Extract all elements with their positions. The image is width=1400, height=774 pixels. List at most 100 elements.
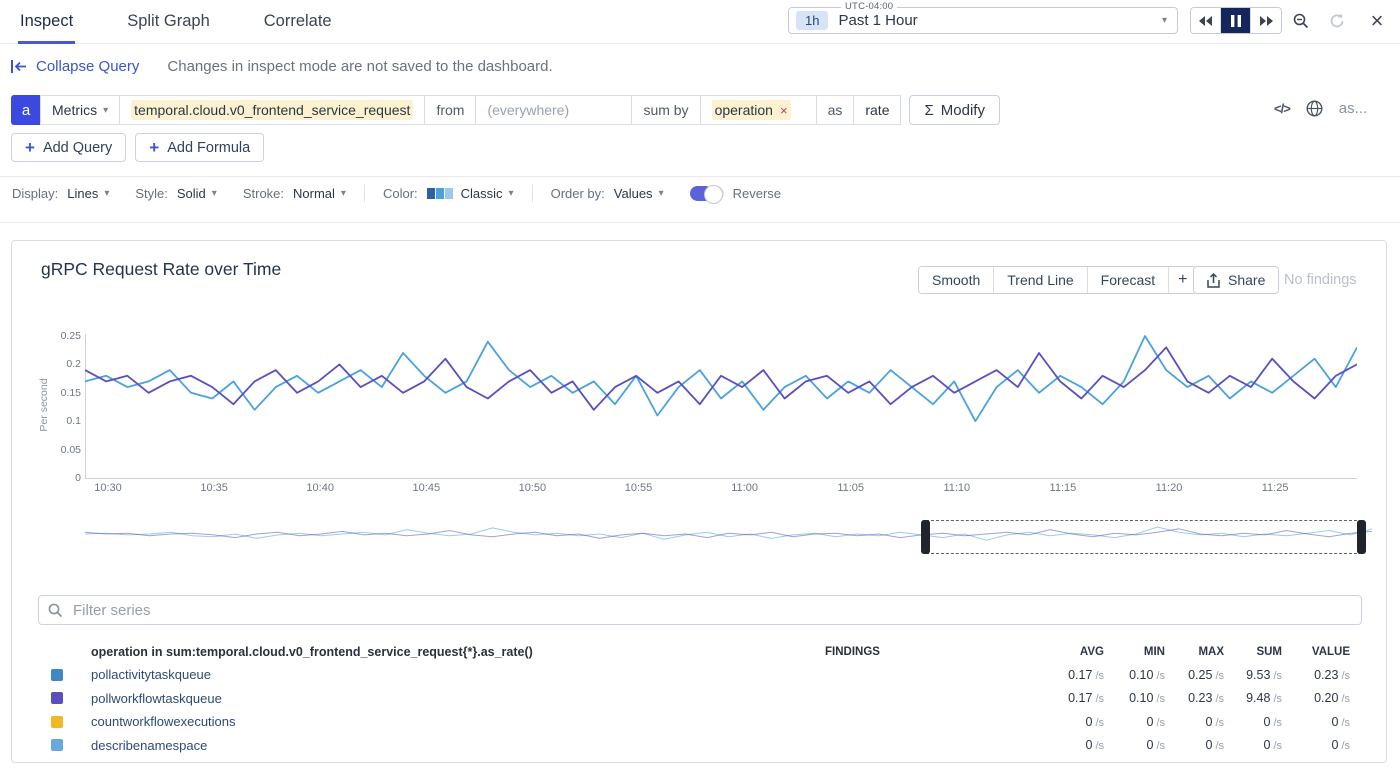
timeseries-chart[interactable] xyxy=(85,329,1357,481)
series-name[interactable]: countworkflowexecutions xyxy=(91,714,825,729)
chevron-down-icon: ▾ xyxy=(103,105,108,116)
tab-inspect[interactable]: Inspect xyxy=(20,0,73,44)
series-value: 0/s xyxy=(1282,715,1350,729)
no-findings-label: No findings xyxy=(1284,272,1357,288)
table-row[interactable]: countworkflowexecutions0/s0/s0/s0/s0/s xyxy=(38,710,1362,734)
table-row[interactable]: describenamespace0/s0/s0/s0/s0/s xyxy=(38,734,1362,758)
share-label: Share xyxy=(1228,272,1265,288)
fast-forward-icon xyxy=(1259,15,1274,27)
x-tick-label: 10:30 xyxy=(86,482,130,494)
query-add-row: + Add Query + Add Formula xyxy=(11,133,264,162)
metric-name-field[interactable]: temporal.cloud.v0_frontend_service_reque… xyxy=(119,95,425,125)
modify-button[interactable]: Σ Modify xyxy=(909,95,999,125)
divider xyxy=(532,185,533,202)
x-tick-label: 10:50 xyxy=(510,482,554,494)
minimap-selection[interactable] xyxy=(926,520,1362,554)
table-row[interactable]: pollactivitytaskqueue0.17/s0.10/s0.25/s9… xyxy=(38,663,1362,687)
chevron-down-icon: ▾ xyxy=(659,188,664,199)
series-color-swatch xyxy=(51,692,63,704)
globe-icon[interactable] xyxy=(1306,100,1323,117)
time-backward-button[interactable] xyxy=(1191,8,1221,33)
code-view-icon[interactable]: </> xyxy=(1274,101,1290,116)
reverse-toggle[interactable] xyxy=(690,186,724,201)
search-icon xyxy=(48,603,63,618)
collapse-query-link[interactable]: Collapse Query xyxy=(10,58,139,75)
stroke-value: Normal xyxy=(293,186,335,201)
data-source-dropdown[interactable]: Metrics ▾ xyxy=(40,95,120,125)
pause-button[interactable] xyxy=(1221,8,1251,33)
table-header-findings: FINDINGS xyxy=(825,646,1040,658)
series-name[interactable]: pollactivitytaskqueue xyxy=(91,667,825,682)
tab-correlate[interactable]: Correlate xyxy=(264,0,332,44)
table-header-avg[interactable]: AVG xyxy=(1040,646,1104,658)
smooth-button[interactable]: Smooth xyxy=(919,267,994,293)
share-button[interactable]: Share xyxy=(1193,266,1279,294)
series-avg: 0/s xyxy=(1040,738,1104,752)
add-query-button[interactable]: + Add Query xyxy=(11,133,126,162)
magnifier-minus-icon xyxy=(1293,13,1309,29)
share-export-icon xyxy=(1207,273,1220,288)
display-type-dropdown[interactable]: Lines ▾ xyxy=(67,186,109,201)
table-header-value[interactable]: VALUE xyxy=(1282,646,1350,658)
series-max: 0/s xyxy=(1165,738,1224,752)
top-bar: Inspect Split Graph Correlate UTC-04:00 … xyxy=(0,0,1400,44)
x-tick-label: 11:05 xyxy=(829,482,873,494)
rewind-icon xyxy=(1198,15,1213,27)
color-scheme-value: Classic xyxy=(461,186,503,201)
order-by-label: Order by: xyxy=(551,186,605,201)
rate-dropdown[interactable]: rate xyxy=(853,95,901,125)
table-row[interactable]: pollworkflowtaskqueue0.17/s0.10/s0.23/s9… xyxy=(38,687,1362,711)
close-button[interactable]: × xyxy=(1362,7,1392,34)
group-by-field[interactable]: operation× xyxy=(700,95,817,125)
scope-filter-field[interactable]: (everywhere) xyxy=(475,95,632,125)
series-color-swatch xyxy=(51,669,63,681)
y-tick-label: 0.25 xyxy=(41,330,81,342)
graph-title: gRPC Request Rate over Time xyxy=(41,259,281,280)
series-filter-input[interactable] xyxy=(71,601,1352,620)
time-range-picker[interactable]: UTC-04:00 1h Past 1 Hour ▾ xyxy=(788,7,1178,34)
display-label: Display: xyxy=(12,186,58,201)
reset-zoom-button[interactable] xyxy=(1322,7,1352,34)
add-formula-button[interactable]: + Add Formula xyxy=(135,133,264,162)
series-min: 0.10/s xyxy=(1104,691,1165,705)
series-name[interactable]: describenamespace xyxy=(91,738,825,753)
remove-tag-icon[interactable]: × xyxy=(780,103,788,118)
series-name[interactable]: pollworkflowtaskqueue xyxy=(91,691,825,706)
restore-circular-arrow-icon xyxy=(1329,13,1345,29)
x-tick-label: 11:10 xyxy=(935,482,979,494)
divider xyxy=(0,222,1400,223)
stroke-dropdown[interactable]: Normal ▾ xyxy=(293,186,346,201)
series-color-swatch xyxy=(51,739,63,751)
y-tick-label: 0 xyxy=(41,472,81,484)
color-scheme-dropdown[interactable]: Classic ▾ xyxy=(461,186,514,201)
stroke-label: Stroke: xyxy=(243,186,284,201)
x-tick-label: 11:20 xyxy=(1147,482,1191,494)
time-range-chip[interactable]: 1h xyxy=(796,11,828,30)
order-by-dropdown[interactable]: Values ▾ xyxy=(614,186,664,201)
time-forward-button[interactable] xyxy=(1251,8,1281,33)
table-header-max[interactable]: MAX xyxy=(1165,646,1224,658)
modify-label: Modify xyxy=(941,102,985,119)
analysis-button-group: Smooth Trend Line Forecast + xyxy=(918,266,1197,294)
zoom-out-button[interactable] xyxy=(1286,7,1316,34)
series-sum: 9.53/s xyxy=(1224,668,1282,682)
color-palette-swatch[interactable] xyxy=(427,188,453,199)
alias-as-button[interactable]: as... xyxy=(1339,100,1367,117)
forecast-button[interactable]: Forecast xyxy=(1088,267,1169,293)
trend-line-button[interactable]: Trend Line xyxy=(994,267,1087,293)
minimap-right-handle[interactable] xyxy=(1357,520,1366,554)
series-table: operation in sum:temporal.cloud.v0_front… xyxy=(38,641,1362,757)
series-table-body: pollactivitytaskqueue0.17/s0.10/s0.25/s9… xyxy=(38,663,1362,757)
inspect-subheader: Collapse Query Changes in inspect mode a… xyxy=(0,50,1400,82)
series-filter[interactable] xyxy=(38,595,1362,625)
table-header-sum[interactable]: SUM xyxy=(1224,646,1282,658)
style-dropdown[interactable]: Solid ▾ xyxy=(177,186,217,201)
chevron-down-icon: ▾ xyxy=(341,188,346,199)
x-tick-label: 11:00 xyxy=(723,482,767,494)
collapse-query-label: Collapse Query xyxy=(36,58,139,75)
chevron-down-icon: ▾ xyxy=(509,188,514,199)
reverse-label: Reverse xyxy=(733,186,781,201)
minimap-left-handle[interactable] xyxy=(921,520,930,554)
tab-split-graph[interactable]: Split Graph xyxy=(127,0,210,44)
table-header-min[interactable]: MIN xyxy=(1104,646,1165,658)
